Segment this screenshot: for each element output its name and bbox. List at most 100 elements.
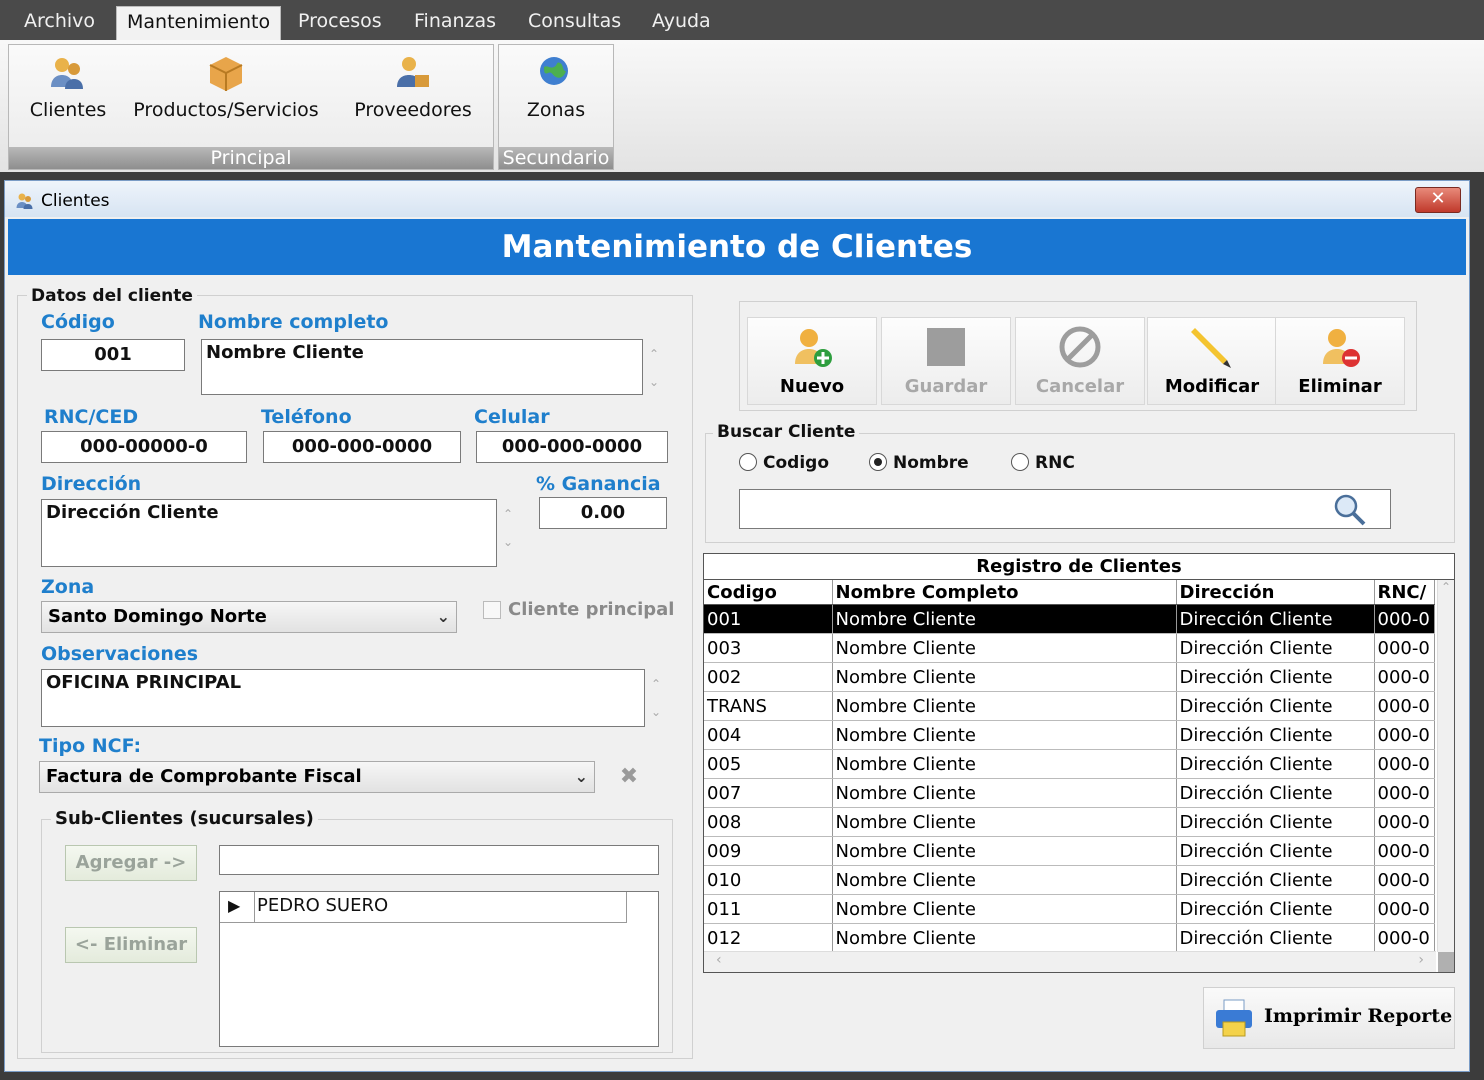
nuevo-label: Nuevo [779,376,845,397]
clientes-window: Clientes ✕ Mantenimiento de Clientes Dat… [4,180,1470,1072]
table-row[interactable]: 005 Nombre Cliente Dirección Cliente 000-0 [704,749,1435,779]
box-icon [209,57,243,91]
table-row[interactable]: 009 Nombre Cliente Dirección Cliente 000-0 [704,836,1435,866]
observaciones-scroll[interactable]: ⌃ ⌄ [651,677,665,719]
menu-ayuda[interactable]: Ayuda [642,6,721,36]
direccion-label: Dirección [41,473,142,495]
cell-direccion: Dirección Cliente [1176,662,1375,692]
globe-icon [540,57,568,85]
nuevo-button[interactable]: Nuevo [747,317,877,405]
celular-field[interactable]: 000-000-0000 [476,431,668,463]
table-row[interactable]: TRANS Nombre Cliente Dirección Cliente 000-… [704,691,1435,721]
cell-nombre: Nombre Cliente [832,923,1177,953]
buscar-input[interactable] [739,489,1391,529]
table-row[interactable]: 003 Nombre Cliente Dirección Cliente 000-0 [704,633,1435,663]
menu-archivo[interactable]: Archivo [14,6,105,36]
table-row[interactable]: 012 Nombre Cliente Dirección Cliente 000-0 [704,923,1435,953]
ribbon-group-secundario: Zonas Secundario [498,44,614,170]
chevron-down-icon: ⌄ [436,607,450,626]
radio-nombre[interactable]: Nombre [869,453,969,473]
telefono-field[interactable]: 000-000-0000 [263,431,461,463]
cell-rnc: 000-0 [1374,865,1435,895]
cell-rnc: 000-0 [1374,894,1435,924]
zona-select[interactable]: Santo Domingo Norte ⌄ [41,601,457,633]
guardar-label: Guardar [904,376,988,397]
subcliente-input[interactable] [219,845,659,875]
radio-rnc[interactable]: RNC [1011,453,1075,473]
modificar-button[interactable]: Modificar [1147,317,1277,405]
ribbon-clientes-label: Clientes [29,99,107,121]
grid-hscrollbar[interactable]: ‹ › [704,951,1436,972]
radio-codigo[interactable]: Codigo [739,453,829,473]
cell-direccion: Dirección Cliente [1176,836,1375,866]
cliente-principal-checkbox[interactable] [483,601,501,619]
direccion-scroll[interactable]: ⌃ ⌄ [503,507,517,549]
cell-nombre: Nombre Cliente [832,691,1177,721]
zona-label: Zona [41,576,95,598]
menu-procesos[interactable]: Procesos [288,6,392,36]
ganancia-label: % Ganancia [536,473,661,495]
cell-codigo: 002 [704,662,833,692]
save-icon [927,328,965,366]
codigo-field[interactable]: 001 [41,339,185,371]
cell-direccion: Dirección Cliente [1176,894,1375,924]
table-row[interactable]: 010 Nombre Cliente Dirección Cliente 000-0 [704,865,1435,895]
printer-icon [1216,999,1252,1037]
cancelar-label: Cancelar [1035,376,1125,397]
datos-cliente-title: Datos del cliente [27,286,197,306]
menu-mantenimiento[interactable]: Mantenimiento [116,6,282,41]
cell-direccion: Dirección Cliente [1176,865,1375,895]
cell-rnc: 000-0 [1374,923,1435,953]
ribbon-clientes-button[interactable]: Clientes [23,53,113,121]
table-row[interactable]: 008 Nombre Cliente Dirección Cliente 000-0 [704,807,1435,837]
table-row[interactable]: 007 Nombre Cliente Dirección Cliente 000-0 [704,778,1435,808]
agregar-button[interactable]: Agregar -> [65,845,197,881]
cell-direccion: Dirección Cliente [1176,633,1375,663]
ribbon-group-principal-label: Principal [9,147,493,169]
imprimir-label: Imprimir Reporte [1264,1005,1453,1027]
table-row[interactable]: 002 Nombre Cliente Dirección Cliente 000-0 [704,662,1435,692]
direccion-field[interactable]: Dirección Cliente [41,499,497,567]
cell-direccion: Dirección Cliente [1176,749,1375,779]
menu-consultas[interactable]: Consultas [518,6,631,36]
table-row[interactable]: 004 Nombre Cliente Dirección Cliente 000-0 [704,720,1435,750]
guardar-button[interactable]: Guardar [881,317,1011,405]
ribbon-proveedores-button[interactable]: Proveedores [347,53,479,121]
ribbon-proveedores-label: Proveedores [354,99,472,121]
ribbon-zonas-button[interactable]: Zonas [507,53,605,121]
eliminar-sub-button[interactable]: <- Eliminar [65,927,197,963]
imprimir-button[interactable]: Imprimir Reporte [1203,987,1455,1049]
window-titlebar: Clientes ✕ [5,181,1469,217]
menu-finanzas[interactable]: Finanzas [404,6,506,36]
search-icon[interactable] [1333,493,1367,527]
eliminar-button[interactable]: Eliminar [1275,317,1405,405]
col-rnc[interactable]: RNC/ [1374,580,1435,605]
observaciones-field[interactable]: OFICINA PRINCIPAL [41,669,645,727]
cliente-principal-label: Cliente principal [508,599,675,620]
ganancia-field[interactable]: 0.00 [539,497,667,529]
col-nombre[interactable]: Nombre Completo [832,580,1177,605]
close-button[interactable]: ✕ [1415,187,1461,213]
ncf-select[interactable]: Factura de Comprobante Fiscal ⌄ [39,761,595,793]
cell-codigo: 001 [704,604,833,634]
col-codigo[interactable]: Codigo [704,580,833,605]
ribbon-productos-button[interactable]: Productos/Servicios [133,53,319,121]
grid-vscrollbar[interactable]: ⌃ [1437,580,1454,952]
cell-rnc: 000-0 [1374,633,1435,663]
nombre-field[interactable]: Nombre Cliente [201,339,643,395]
cell-codigo: 007 [704,778,833,808]
col-direccion[interactable]: Dirección [1176,580,1375,605]
nombre-scroll[interactable]: ⌃ ⌄ [649,347,663,389]
table-row[interactable]: 001 Nombre Cliente Dirección Cliente 000-0 [704,604,1435,634]
cell-rnc: 000-0 [1374,807,1435,837]
clear-x-icon[interactable]: ✖ [617,765,641,789]
list-item[interactable]: ▶ PEDRO SUERO [220,892,627,923]
cell-codigo: 004 [704,720,833,750]
cell-nombre: Nombre Cliente [832,662,1177,692]
rnc-field[interactable]: 000-00000-0 [41,431,247,463]
table-row[interactable]: 011 Nombre Cliente Dirección Cliente 000-0 [704,894,1435,924]
cancelar-button[interactable]: Cancelar [1015,317,1145,405]
cell-nombre: Nombre Cliente [832,749,1177,779]
ribbon-group-principal: Clientes Productos/Servicios Proveedores… [8,44,494,170]
subclientes-list: ▶ PEDRO SUERO [219,891,659,1047]
